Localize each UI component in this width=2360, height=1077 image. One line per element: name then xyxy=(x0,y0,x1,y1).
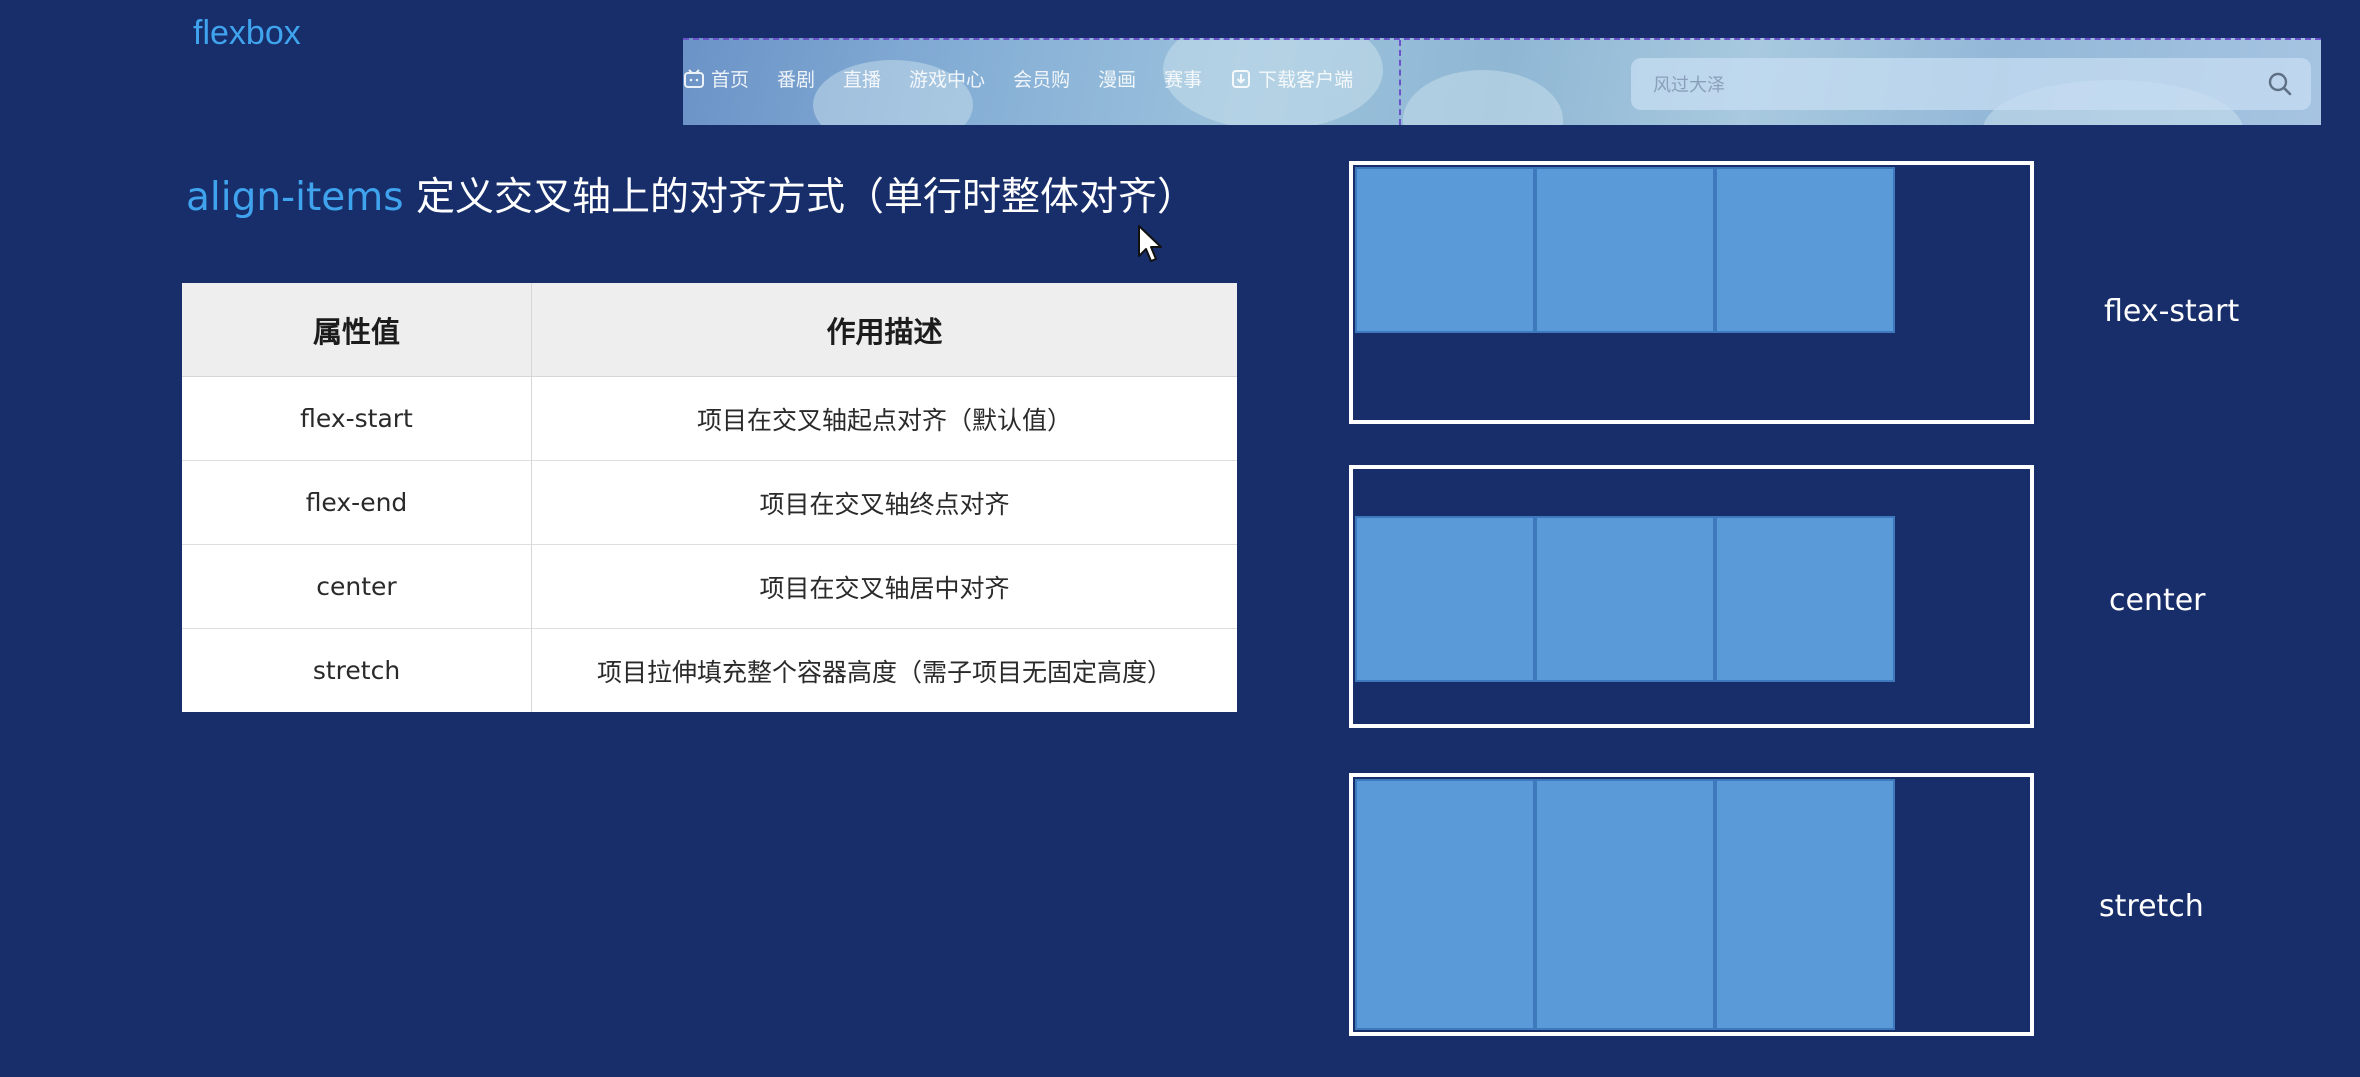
demo-container-flex-start xyxy=(1349,161,2034,424)
nav-item-label: 会员购 xyxy=(1013,69,1071,91)
demo-item xyxy=(1355,516,1535,682)
demo-item xyxy=(1535,779,1715,1030)
bilibili-tv-icon xyxy=(684,68,704,88)
nav-item-label: 赛事 xyxy=(1164,69,1203,91)
table-cell-desc: 项目在交叉轴居中对齐 xyxy=(531,544,1237,629)
section-heading: align-items 定义交叉轴上的对齐方式（单行时整体对齐） xyxy=(186,166,1196,222)
table-cell-desc: 项目在交叉轴起点对齐（默认值） xyxy=(531,376,1237,461)
table-cell-value: stretch xyxy=(182,628,532,712)
demo-container-center xyxy=(1349,465,2034,728)
demo-items xyxy=(1355,167,1895,333)
demo-container-stretch xyxy=(1349,773,2034,1036)
align-items-table: 属性值 作用描述 flex-start 项目在交叉轴起点对齐（默认值） flex… xyxy=(182,283,1237,712)
table-cell-value: flex-end xyxy=(182,460,532,545)
demo-label-flex-start: flex-start xyxy=(2104,294,2240,329)
search-icon[interactable] xyxy=(2267,71,2293,97)
table-cell-desc: 项目拉伸填充整个容器高度（需子项目无固定高度） xyxy=(596,657,1172,687)
page-top-title: flexbox xyxy=(193,14,301,52)
demo-item xyxy=(1535,516,1715,682)
demo-item xyxy=(1715,516,1895,682)
demo-item xyxy=(1355,779,1535,1030)
nav-item-label: 首页 xyxy=(711,69,750,91)
nav-item-label: 番剧 xyxy=(777,69,816,91)
demo-label-stretch: stretch xyxy=(2099,889,2204,924)
search-placeholder: 风过大泽 xyxy=(1653,75,1725,96)
nav-item-games[interactable]: 游戏中心 xyxy=(909,65,985,92)
nav-item-label: 下载客户端 xyxy=(1258,69,1354,91)
table-cell-value: center xyxy=(182,544,532,629)
table-cell-desc: 项目在交叉轴终点对齐 xyxy=(531,460,1237,545)
demo-items xyxy=(1355,516,1895,682)
nav-item-live[interactable]: 直播 xyxy=(843,65,881,92)
heading-keyword: align-items xyxy=(186,175,404,220)
demo-item xyxy=(1715,779,1895,1030)
nav-items: 首页 番剧 直播 游戏中心 会员购 漫画 赛事 下载客户端 xyxy=(683,65,1353,92)
nav-item-home[interactable]: 首页 xyxy=(683,65,749,92)
table-row: flex-end 项目在交叉轴终点对齐 xyxy=(182,460,1237,545)
nav-item-manga[interactable]: 漫画 xyxy=(1098,65,1136,92)
table-header-row: 属性值 作用描述 xyxy=(182,283,1237,377)
demo-item xyxy=(1535,167,1715,333)
table-cell-value: flex-start xyxy=(182,376,532,461)
heading-text: 定义交叉轴上的对齐方式（单行时整体对齐） xyxy=(403,175,1196,220)
nav-item-label: 直播 xyxy=(843,69,882,91)
demo-items xyxy=(1355,779,1895,1030)
table-row: stretch 项目拉伸填充整个容器高度（需子项目无固定高度） xyxy=(182,628,1237,712)
demo-label-center: center xyxy=(2109,583,2206,618)
table-row: flex-start 项目在交叉轴起点对齐（默认值） xyxy=(182,376,1237,461)
nav-item-anime[interactable]: 番剧 xyxy=(777,65,815,92)
embedded-nav-bar: 首页 番剧 直播 游戏中心 会员购 漫画 赛事 下载客户端 风过大泽 xyxy=(683,38,2321,125)
nav-item-download[interactable]: 下载客户端 xyxy=(1230,65,1353,92)
table-header-desc: 作用描述 xyxy=(531,283,1237,377)
demo-item xyxy=(1715,167,1895,333)
nav-item-esports[interactable]: 赛事 xyxy=(1164,65,1202,92)
nav-item-label: 游戏中心 xyxy=(909,69,986,91)
demo-item xyxy=(1355,167,1535,333)
nav-item-shop[interactable]: 会员购 xyxy=(1013,65,1070,92)
table-row: center 项目在交叉轴居中对齐 xyxy=(182,544,1237,629)
nav-item-label: 漫画 xyxy=(1098,69,1137,91)
table-header-value: 属性值 xyxy=(182,283,532,377)
search-input[interactable]: 风过大泽 xyxy=(1631,58,2311,110)
mouse-cursor-icon xyxy=(1138,225,1162,262)
download-icon xyxy=(1232,69,1251,88)
